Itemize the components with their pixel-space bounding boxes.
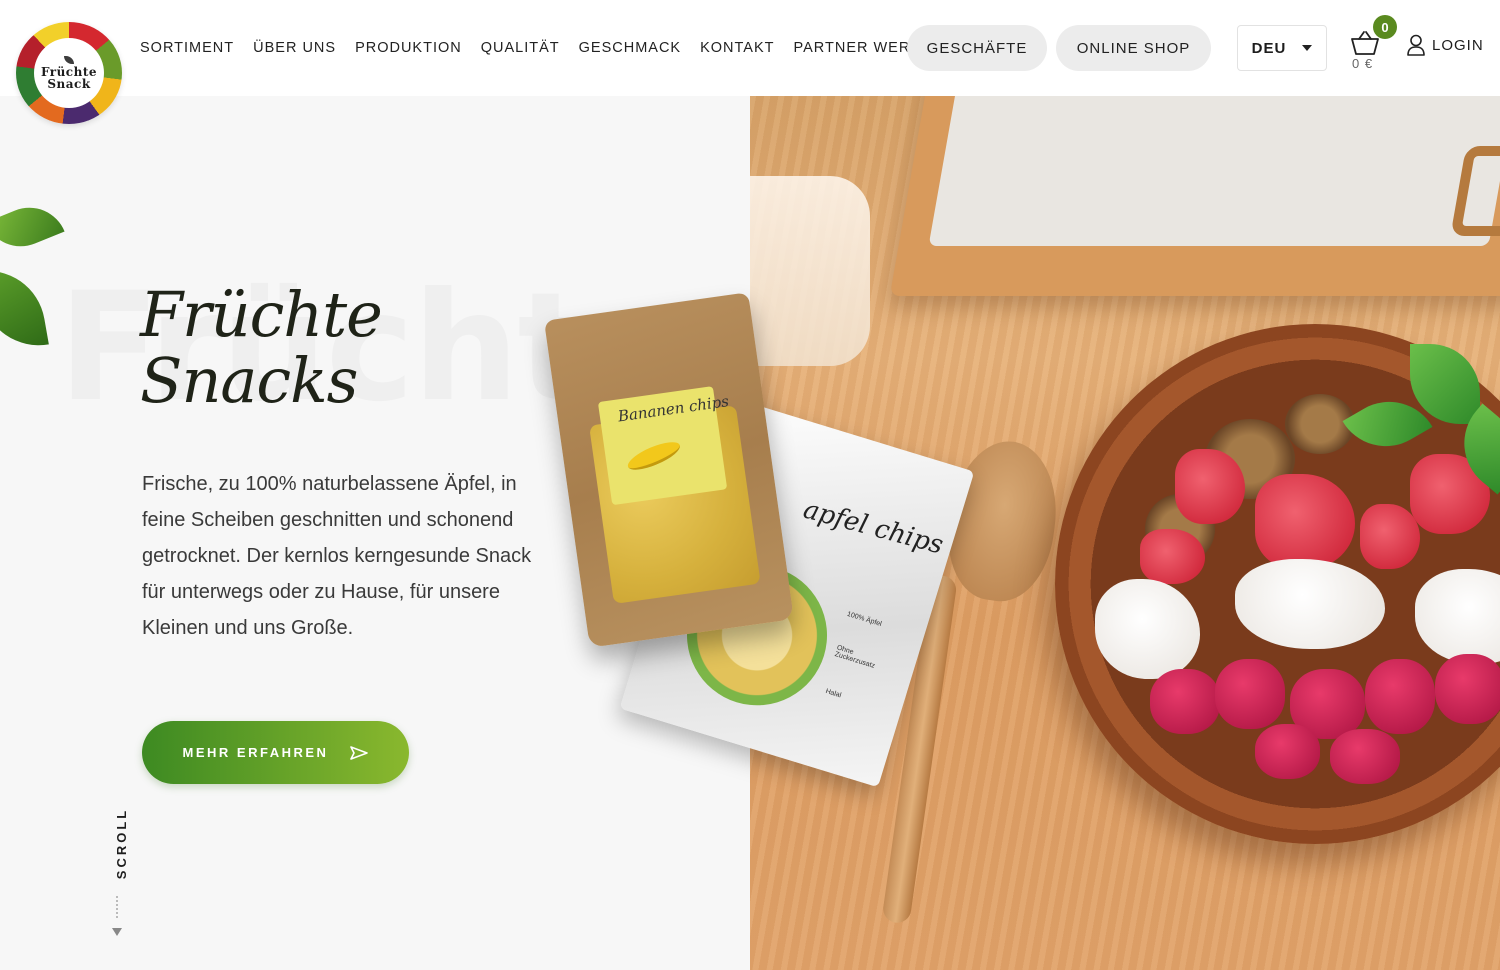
nav-item-kontakt[interactable]: KONTAKT bbox=[700, 40, 774, 56]
scroll-indicator[interactable]: SCROLL bbox=[104, 796, 132, 946]
apple-pack-title: apfel chips bbox=[800, 494, 947, 561]
hero-title-line1: Früchte bbox=[140, 278, 383, 351]
strawberry-slice bbox=[1255, 474, 1355, 569]
language-select[interactable]: DEU bbox=[1237, 25, 1327, 71]
login-label: LOGIN bbox=[1432, 36, 1484, 54]
strawberry-slice bbox=[1140, 529, 1205, 584]
nav-item-qualitaet[interactable]: QUALITÄT bbox=[481, 40, 560, 56]
wooden-tray bbox=[889, 96, 1500, 296]
logo-badge: Früchte Snack bbox=[34, 38, 104, 108]
language-value: DEU bbox=[1251, 39, 1287, 57]
brand-logo[interactable]: Früchte Snack bbox=[16, 22, 122, 124]
stores-button[interactable]: GESCHÄFTE bbox=[907, 25, 1047, 71]
raspberry bbox=[1330, 729, 1400, 784]
login-button[interactable]: LOGIN bbox=[1406, 34, 1484, 56]
scroll-dots bbox=[116, 896, 118, 918]
user-icon bbox=[1407, 34, 1425, 56]
leaf-decoration-icon bbox=[0, 196, 65, 258]
site-header: Früchte Snack SORTIMENT ÜBER UNS PRODUKT… bbox=[0, 0, 1500, 124]
cart-total: 0 € bbox=[1352, 56, 1374, 71]
banana-chip bbox=[1095, 579, 1200, 679]
learn-more-label: MEHR ERFAHREN bbox=[182, 745, 329, 760]
raspberry bbox=[1150, 669, 1220, 734]
hero-description: Frische, zu 100% naturbelassene Äpfel, i… bbox=[142, 473, 532, 639]
send-arrow-icon bbox=[350, 745, 369, 760]
banana-chip bbox=[1415, 569, 1500, 664]
hero-title-line2: Snacks bbox=[140, 344, 358, 417]
logo-text-line2: Snack bbox=[47, 77, 91, 91]
scroll-label: SCROLL bbox=[114, 807, 130, 880]
strawberry-slice bbox=[1175, 449, 1245, 524]
raspberry bbox=[1215, 659, 1285, 729]
apple-pack-note-apples: 100% Äpfel bbox=[846, 610, 883, 629]
raspberry bbox=[1435, 654, 1500, 724]
nav-item-ueber-uns[interactable]: ÜBER UNS bbox=[253, 40, 336, 56]
leaf-decoration-icon bbox=[0, 261, 49, 355]
learn-more-button[interactable]: MEHR ERFAHREN bbox=[142, 721, 409, 784]
apple-pack-note-sugar: Ohne Zuckerzusatz bbox=[833, 644, 876, 670]
banana-chip bbox=[1235, 559, 1385, 649]
apple-pack-note-halal: Halal bbox=[824, 687, 842, 700]
main-nav: SORTIMENT ÜBER UNS PRODUKTION QUALITÄT G… bbox=[140, 40, 963, 56]
nav-item-sortiment[interactable]: SORTIMENT bbox=[140, 40, 234, 56]
raspberry bbox=[1255, 724, 1320, 779]
logo-leaf-icon bbox=[64, 56, 74, 64]
arrow-down-icon bbox=[112, 928, 122, 936]
online-shop-button[interactable]: ONLINE SHOP bbox=[1056, 25, 1211, 71]
towel-fringe bbox=[750, 176, 870, 366]
cart-count-badge: 0 bbox=[1373, 15, 1397, 39]
nav-item-produktion[interactable]: PRODUKTION bbox=[355, 40, 462, 56]
chevron-down-icon bbox=[1302, 45, 1313, 51]
hero-title: Früchte Snacks bbox=[140, 282, 383, 417]
strawberry-slice bbox=[1360, 504, 1420, 569]
nav-item-geschmack[interactable]: GESCHMACK bbox=[579, 40, 681, 56]
tray-cloth bbox=[928, 96, 1500, 246]
raspberry bbox=[1365, 659, 1435, 734]
